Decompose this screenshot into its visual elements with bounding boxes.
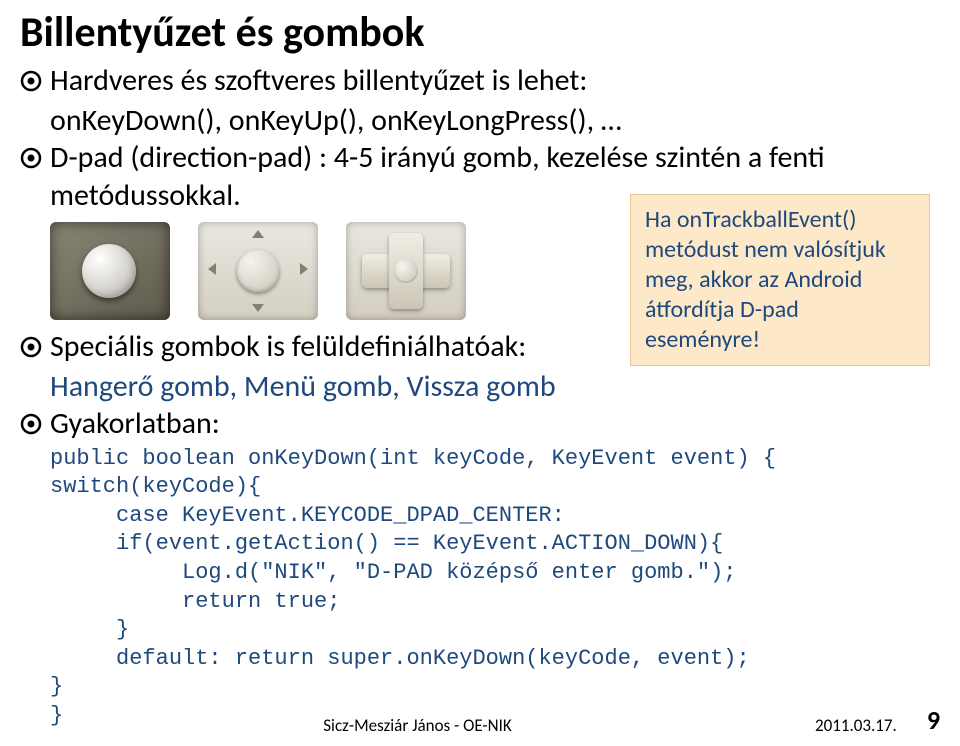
callout-box: Ha onTrackballEvent() metódust nem valós… bbox=[630, 194, 930, 366]
slide-title: Billentyűzet és gombok bbox=[20, 10, 940, 56]
footer-date: 2011.03.17. bbox=[815, 715, 897, 736]
dpad-round-image bbox=[198, 222, 318, 320]
bullet-3-sub: Hangerő gomb, Menü gomb, Vissza gomb bbox=[50, 368, 940, 406]
code-sample: public boolean onKeyDown(int keyCode, Ke… bbox=[50, 445, 940, 731]
dpad-cross-image bbox=[346, 222, 466, 320]
bullet-icon bbox=[20, 413, 42, 435]
bullet-icon bbox=[20, 70, 42, 92]
bullet-text: Hardveres és szoftveres billentyűzet is … bbox=[50, 62, 587, 100]
slide-footer: Sicz-Mesziár János - OE-NIK 2011.03.17. … bbox=[20, 704, 940, 736]
bullet-text: Gyakorlatban: bbox=[50, 405, 220, 443]
bullet-text: Speciális gombok is felüldefiniálhatóak: bbox=[50, 328, 526, 366]
bullet-icon bbox=[20, 336, 42, 358]
trackball-image bbox=[50, 222, 170, 320]
footer-author: Sicz-Mesziár János - OE-NIK bbox=[20, 715, 815, 736]
footer-page-number: 9 bbox=[927, 704, 940, 736]
bullet-icon bbox=[20, 147, 42, 169]
bullet-item-1: Hardveres és szoftveres billentyűzet is … bbox=[20, 62, 940, 100]
bullet-1-sub: onKeyDown(), onKeyUp(), onKeyLongPress()… bbox=[50, 102, 940, 140]
bullet-item-4: Gyakorlatban: bbox=[20, 405, 940, 443]
